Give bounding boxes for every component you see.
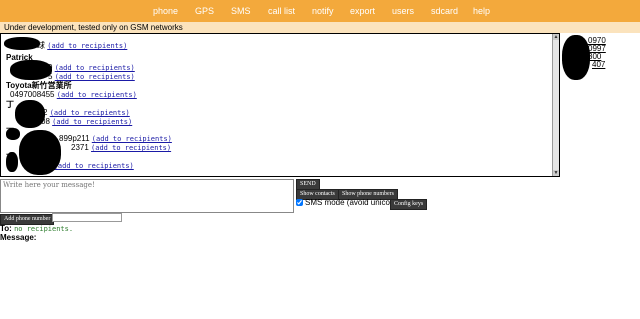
sms-mode-option: SMS mode (avoid unicode) (296, 198, 402, 207)
warning-banner: Under development, tested only on GSM ne… (0, 22, 640, 33)
top-nav-bar: phone GPS SMS call list notify export us… (0, 0, 640, 23)
scroll-up-icon[interactable]: ▲ (553, 34, 559, 40)
nav-export[interactable]: export (350, 6, 375, 16)
add-to-recipients-link[interactable]: (add to recipients) (52, 118, 132, 126)
scroll-down-icon[interactable]: ▼ (553, 170, 559, 176)
redaction-mark (4, 37, 40, 50)
contact-name: 丁 (6, 100, 14, 109)
add-to-recipients-link[interactable]: (add to recipients) (55, 64, 135, 72)
contact-phone: 0497008455 (add to recipients) (10, 90, 137, 99)
contact-phone: 2 (add to recipients) (43, 108, 130, 117)
contact-phone: 9 (add to recipients) (48, 63, 135, 72)
to-line: To: no recipients. (0, 224, 73, 233)
redaction-mark (6, 128, 20, 140)
add-to-recipients-link[interactable]: (add to recipients) (57, 91, 137, 99)
phone-number: 0497008455 (10, 90, 55, 99)
contact-list[interactable]: 球 (add to recipients) Patrick 9 (add to … (0, 33, 560, 177)
nav-help[interactable]: help (473, 6, 490, 16)
redaction-mark (19, 130, 61, 175)
nav-sms[interactable]: SMS (231, 6, 251, 16)
recipients-value: no recipients. (14, 225, 74, 233)
side-number[interactable]: 407 (592, 60, 605, 69)
nav-sdcard[interactable]: sdcard (431, 6, 458, 16)
add-to-recipients-link[interactable]: (add to recipients) (92, 135, 172, 143)
phone-number: 899p211 (59, 134, 90, 143)
nav-users[interactable]: users (392, 6, 414, 16)
contact-phone: 899p211 (add to recipients) (59, 134, 172, 143)
message-label: Message: (0, 233, 37, 242)
contact-phone: 08 (add to recipients) (41, 117, 132, 126)
message-textarea[interactable] (0, 179, 294, 213)
sms-mode-label: SMS mode (avoid unicode) (305, 198, 402, 207)
contact-list-scrollbar[interactable]: ▲ ▼ (552, 34, 559, 176)
config-keys-button[interactable]: Config keys (390, 199, 428, 210)
redaction-mark (6, 152, 18, 172)
add-to-recipients-link[interactable]: (add to recipients) (50, 109, 130, 117)
redaction-mark (10, 60, 52, 80)
nav-notify[interactable]: notify (312, 6, 334, 16)
nav-call-list[interactable]: call list (268, 6, 295, 16)
to-label: To: (0, 224, 12, 233)
add-to-recipients-link[interactable]: (add to recipients) (54, 162, 134, 170)
redaction-mark (15, 100, 45, 128)
nav-phone[interactable]: phone (153, 6, 178, 16)
sms-mode-checkbox[interactable] (296, 199, 303, 207)
redaction-mark (562, 35, 590, 80)
contact-phone: 2 (add to recipients) (47, 161, 134, 170)
contact-phone: 球 (add to recipients) (37, 40, 127, 51)
contact-phone: 2371 (add to recipients) (71, 143, 171, 152)
phone-number-input[interactable] (52, 213, 122, 222)
add-to-recipients-link[interactable]: (add to recipients) (47, 42, 127, 50)
nav-gps[interactable]: GPS (195, 6, 214, 16)
add-to-recipients-link[interactable]: (add to recipients) (91, 144, 171, 152)
phone-number: 2371 (71, 143, 89, 152)
